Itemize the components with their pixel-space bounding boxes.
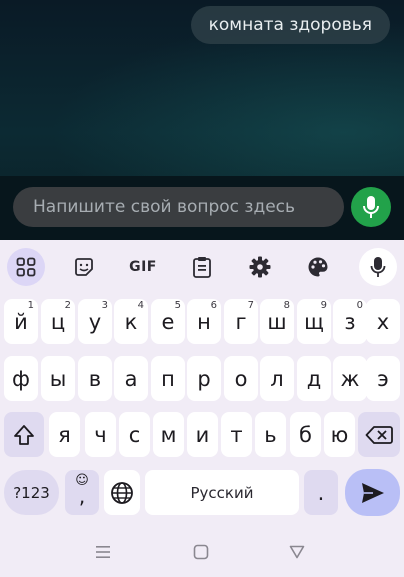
key-о[interactable]: о <box>224 356 258 401</box>
backspace-icon <box>365 425 393 444</box>
key-в[interactable]: в <box>78 356 112 401</box>
key-ы[interactable]: ы <box>41 356 75 401</box>
theme-button[interactable] <box>299 248 337 286</box>
sticker-button[interactable] <box>65 248 103 286</box>
key-label: щ <box>304 309 324 334</box>
backspace-key[interactable] <box>358 412 400 457</box>
key-label: ш <box>267 309 287 334</box>
key-д[interactable]: д <box>297 356 331 401</box>
key-э[interactable]: э <box>366 356 400 401</box>
key-н[interactable]: н6 <box>187 299 221 344</box>
key-е[interactable]: е5 <box>151 299 185 344</box>
shift-icon <box>14 424 34 445</box>
clipboard-button[interactable] <box>183 248 221 286</box>
key-б[interactable]: б <box>290 412 321 457</box>
mic-icon <box>370 257 386 277</box>
key-г[interactable]: г7 <box>224 299 258 344</box>
key-р[interactable]: р <box>187 356 221 401</box>
symbols-key[interactable]: ?123 <box>4 470 59 515</box>
voice-typing-button[interactable] <box>359 248 397 286</box>
space-key[interactable]: Русский <box>145 470 299 515</box>
shift-key[interactable] <box>4 412 44 457</box>
key-й[interactable]: й1 <box>4 299 38 344</box>
key-hint: 8 <box>283 300 290 311</box>
key-hint: 4 <box>137 300 144 311</box>
keyboard-toolbar: GIF <box>0 248 404 286</box>
send-enter-key[interactable] <box>345 469 400 516</box>
key-hint: 9 <box>320 300 327 311</box>
key-ф[interactable]: ф <box>4 356 38 401</box>
key-ю[interactable]: ю <box>324 412 355 457</box>
apps-grid-button[interactable] <box>7 248 45 286</box>
key-т[interactable]: т <box>221 412 252 457</box>
chat-input-bar: Напишите свой вопрос здесь <box>0 176 404 240</box>
key-щ[interactable]: щ9 <box>297 299 331 344</box>
gear-icon <box>249 256 271 278</box>
key-ь[interactable]: ь <box>255 412 286 457</box>
key-з[interactable]: з0 <box>333 299 367 344</box>
key-п[interactable]: п <box>151 356 185 401</box>
send-icon <box>361 482 384 503</box>
key-я[interactable]: я <box>49 412 80 457</box>
key-label: н <box>197 309 211 334</box>
recents-button[interactable] <box>90 537 116 567</box>
sticker-icon <box>75 258 93 276</box>
key-label: з <box>344 309 356 334</box>
square-icon <box>193 544 209 560</box>
palette-icon <box>308 257 328 277</box>
mic-icon <box>363 196 379 218</box>
menu-lines-icon <box>96 546 110 558</box>
key-label: й <box>14 309 28 334</box>
key-label: г <box>235 309 247 334</box>
key-ж[interactable]: ж <box>333 356 367 401</box>
key-hint: 3 <box>101 300 108 311</box>
back-button[interactable] <box>284 537 310 567</box>
language-key[interactable] <box>104 470 140 515</box>
clipboard-icon <box>193 257 211 278</box>
key-у[interactable]: у3 <box>78 299 112 344</box>
globe-icon <box>111 481 133 504</box>
key-а[interactable]: а <box>114 356 148 401</box>
key-label: , <box>78 484 86 508</box>
key-hint: 1 <box>27 300 34 311</box>
period-key[interactable]: . <box>304 470 338 515</box>
key-л[interactable]: л <box>260 356 294 401</box>
key-ш[interactable]: ш8 <box>260 299 294 344</box>
key-label: у <box>88 309 102 334</box>
key-с[interactable]: с <box>119 412 150 457</box>
voice-input-button[interactable] <box>351 187 391 227</box>
key-hint: 6 <box>210 300 217 311</box>
home-button[interactable] <box>188 537 214 567</box>
on-screen-keyboard: GIF й 1 ц 2 у 3 к 4 е 5 н 6 г 7 ш 8 щ 9 … <box>0 240 404 577</box>
key-label: к <box>124 309 138 334</box>
key-label: х <box>376 309 390 334</box>
apps-grid-icon <box>16 257 36 277</box>
key-label: ц <box>50 309 66 334</box>
key-hint: 7 <box>247 300 254 311</box>
settings-button[interactable] <box>241 248 279 286</box>
emoji-comma-key[interactable]: ☺ , <box>65 470 99 515</box>
key-hint: 2 <box>64 300 71 311</box>
key-label: е <box>161 309 175 334</box>
key-ц[interactable]: ц2 <box>41 299 75 344</box>
triangle-icon <box>289 545 305 559</box>
question-input[interactable]: Напишите свой вопрос здесь <box>13 187 344 227</box>
key-х[interactable]: х <box>366 299 400 344</box>
key-hint: 0 <box>356 300 363 311</box>
gif-button[interactable]: GIF <box>124 248 162 286</box>
key-к[interactable]: к4 <box>114 299 148 344</box>
key-и[interactable]: и <box>187 412 218 457</box>
key-hint: 5 <box>174 300 181 311</box>
key-м[interactable]: м <box>153 412 184 457</box>
user-message-bubble[interactable]: комната здоровья <box>190 6 390 44</box>
system-navigation-bar <box>0 537 404 577</box>
key-ч[interactable]: ч <box>85 412 116 457</box>
